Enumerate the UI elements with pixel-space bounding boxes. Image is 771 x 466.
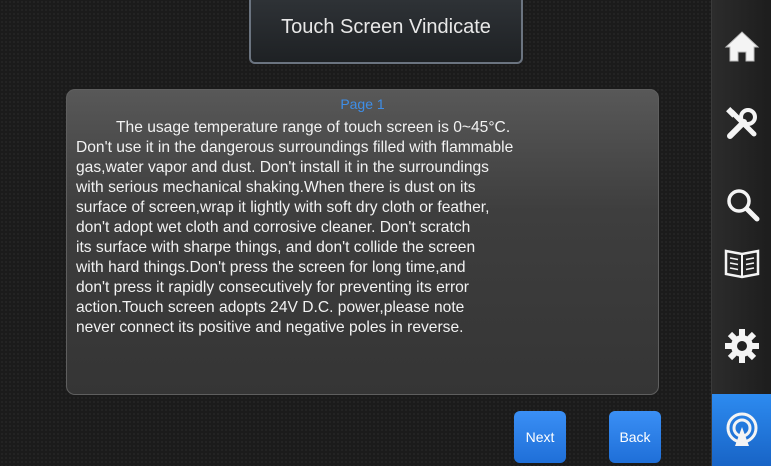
text-line: gas,water vapor and dust. Don't install … [76,159,489,176]
next-button[interactable]: Next [514,411,566,463]
text-line: never connect its positive and negative … [76,319,464,336]
sidebar-settings-button[interactable] [712,310,771,382]
back-button[interactable]: Back [609,411,661,463]
text-line: with hard things.Don't press the screen … [76,259,466,276]
text-line: surface of screen,wrap it lightly with s… [76,199,490,216]
touch-screen-icon [726,412,758,446]
sidebar-touch-screen-button[interactable] [712,394,771,466]
sidebar-tools-button[interactable] [712,88,771,160]
text-line: The usage temperature range of touch scr… [116,119,511,136]
page-number-label: Page 1 [340,96,385,112]
page-title: Touch Screen Vindicate [249,0,523,64]
page-title-text: Touch Screen Vindicate [281,16,491,38]
content-panel: Page 1 The usage temperature range of to… [66,89,659,395]
text-line: with serious mechanical shaking.When the… [76,179,476,196]
search-icon [727,189,760,222]
text-line: don't adopt wet cloth and corrosive clea… [76,219,471,236]
gear-icon [725,329,759,363]
text-line: action.Touch screen adopts 24V D.C. powe… [76,299,465,316]
text-line: its surface with sharpe things, and don'… [76,239,476,256]
sidebar [711,0,771,466]
book-icon [724,249,760,279]
tools-icon [726,107,757,139]
text-line: Don't use it in the dangerous surroundin… [76,139,514,156]
maintenance-text: The usage temperature range of touch scr… [76,118,666,338]
home-icon [724,31,760,62]
sidebar-home-button[interactable] [712,10,771,82]
text-line: don't press it rapidly consecutively for… [76,279,469,296]
sidebar-manual-button[interactable] [712,226,771,298]
